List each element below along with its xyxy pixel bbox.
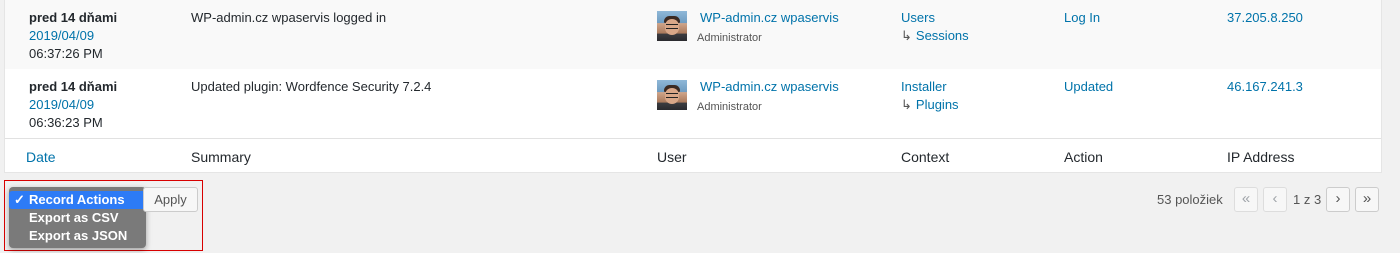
column-header-date[interactable]: Date: [26, 148, 56, 166]
user-link[interactable]: WP-admin.cz wpaservis: [700, 9, 839, 27]
user-link[interactable]: WP-admin.cz wpaservis: [700, 78, 839, 96]
context-cell: Users ↳ Sessions: [901, 9, 969, 45]
relative-time: pred 14 dňami: [29, 79, 118, 94]
table-row: pred 14 dňami 2019/04/09 06:36:23 PM Upd…: [5, 69, 1381, 139]
context-link[interactable]: Users: [901, 9, 969, 27]
column-header-ip: IP Address: [1227, 149, 1295, 165]
date-cell: pred 14 dňami 2019/04/09 06:37:26 PM: [29, 9, 117, 63]
context-cell: Installer ↳ Plugins: [901, 78, 959, 114]
bulk-option-export-csv[interactable]: Export as CSV: [9, 209, 146, 227]
date-link[interactable]: 2019/04/09: [29, 28, 94, 43]
summary-text: Updated plugin: Wordfence Security 7.2.4: [191, 79, 432, 94]
apply-button[interactable]: Apply: [143, 187, 198, 212]
checkmark-icon: ✓: [14, 192, 25, 207]
bulk-option-record-actions[interactable]: ✓ Record Actions: [9, 191, 146, 209]
next-page-button[interactable]: ›: [1326, 187, 1350, 212]
avatar: [657, 80, 687, 110]
date-link[interactable]: 2019/04/09: [29, 97, 94, 112]
action-link[interactable]: Log In: [1064, 9, 1100, 27]
bulk-option-export-json[interactable]: Export as JSON: [9, 227, 146, 245]
user-cell: WP-admin.cz wpaservis Administrator: [657, 78, 887, 118]
context-sub-link[interactable]: Plugins: [916, 97, 959, 112]
user-cell: WP-admin.cz wpaservis Administrator: [657, 9, 887, 49]
items-count: 53 položiek: [1157, 192, 1223, 207]
last-page-button[interactable]: »: [1355, 187, 1379, 212]
column-header-user: User: [657, 149, 687, 165]
page-indicator: 1 z 3: [1293, 192, 1322, 207]
column-header-context: Context: [901, 149, 950, 165]
action-link[interactable]: Updated: [1064, 78, 1113, 96]
context-link[interactable]: Installer: [901, 78, 959, 96]
bulk-actions-dropdown[interactable]: ✓ Record Actions Export as CSV Export as…: [9, 187, 146, 248]
relative-time: pred 14 dňami: [29, 10, 118, 25]
prev-page-button: ‹: [1263, 187, 1287, 212]
ip-link[interactable]: 37.205.8.250: [1227, 9, 1303, 27]
summary-text: WP-admin.cz wpaservis logged in: [191, 10, 387, 25]
first-page-button: «: [1234, 187, 1258, 212]
sub-arrow-icon: ↳: [901, 97, 912, 112]
sub-arrow-icon: ↳: [901, 28, 912, 43]
ip-link[interactable]: 46.167.241.3: [1227, 78, 1303, 96]
column-header-summary: Summary: [191, 149, 251, 165]
user-role: Administrator: [697, 101, 762, 113]
avatar: [657, 11, 687, 41]
time-text: 06:36:23 PM: [29, 115, 103, 130]
stream-records-table: pred 14 dňami 2019/04/09 06:37:26 PM WP-…: [4, 0, 1382, 173]
time-text: 06:37:26 PM: [29, 46, 103, 61]
table-footer-headers: Date Summary User Context Action IP Addr…: [5, 139, 1381, 172]
column-header-action: Action: [1064, 149, 1103, 165]
table-row: pred 14 dňami 2019/04/09 06:37:26 PM WP-…: [5, 0, 1381, 69]
context-sub-link[interactable]: Sessions: [916, 28, 969, 43]
user-role: Administrator: [697, 32, 762, 44]
date-cell: pred 14 dňami 2019/04/09 06:36:23 PM: [29, 78, 117, 132]
